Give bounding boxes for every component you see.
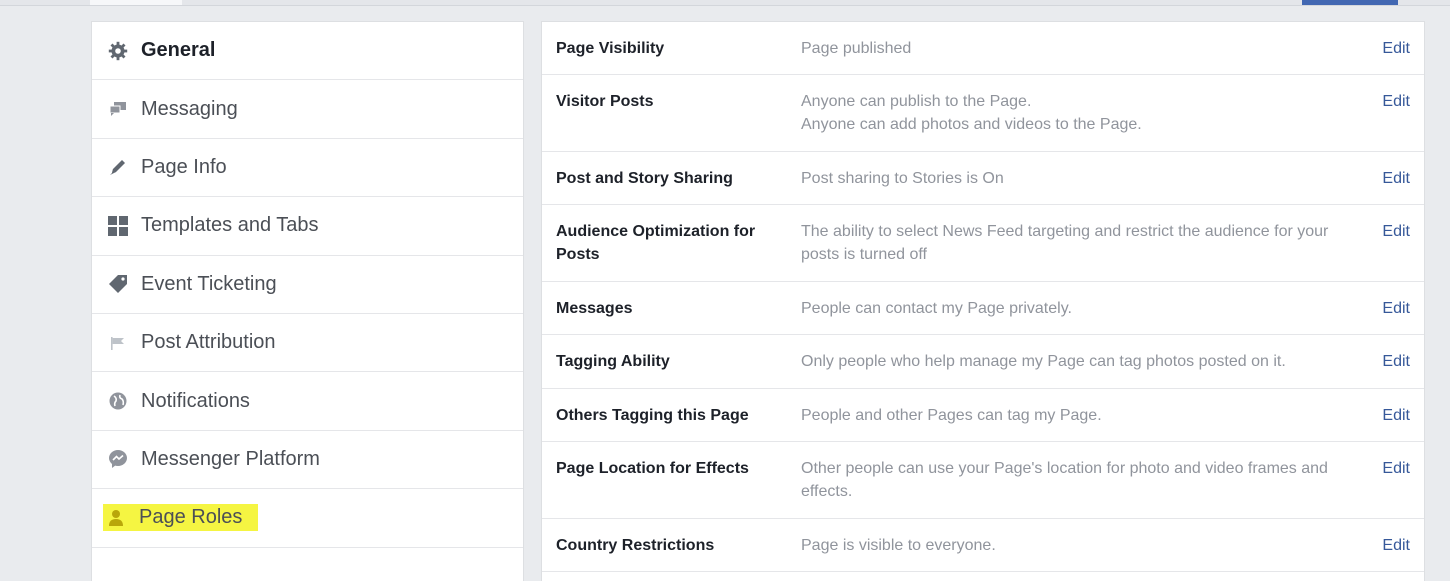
setting-label: Country Restrictions — [556, 537, 715, 554]
setting-description: People can contact my Page privately. — [801, 297, 1361, 320]
setting-row-others-tagging: Others Tagging this Page People and othe… — [542, 389, 1424, 442]
top-left-tab — [90, 0, 182, 5]
setting-row-tagging-ability: Tagging Ability Only people who help man… — [542, 335, 1424, 389]
sidebar-item-label: Messenger Platform — [141, 447, 320, 470]
setting-description: Other people can use your Page's locatio… — [801, 457, 1361, 504]
description-line: People can contact my Page privately. — [801, 300, 1072, 317]
sidebar-item-label: Page Roles — [139, 506, 243, 529]
sidebar-item-label: Event Ticketing — [141, 272, 277, 295]
setting-label: Page Location for Effects — [556, 460, 749, 477]
setting-label: Post and Story Sharing — [556, 170, 733, 187]
description-line: The ability to select News Feed targetin… — [801, 223, 1329, 263]
setting-row-audience-optimization: Audience Optimization for Posts The abil… — [542, 205, 1424, 282]
description-line: Page published — [801, 40, 912, 57]
setting-description: People and other Pages can tag my Page. — [801, 404, 1361, 427]
description-line: Anyone can publish to the Page. — [801, 93, 1032, 110]
globe-icon — [107, 390, 129, 412]
setting-description: The ability to select News Feed targetin… — [801, 220, 1361, 267]
setting-row-visitor-posts: Visitor Posts Anyone can publish to the … — [542, 75, 1424, 152]
edit-link[interactable]: Edit — [1382, 90, 1410, 113]
sidebar-item-label: Page Info — [141, 155, 227, 178]
flag-icon — [107, 332, 129, 354]
highlight-marker: Page Roles — [103, 504, 259, 532]
edit-link[interactable]: Edit — [1382, 37, 1410, 60]
sidebar-item-post-attribution[interactable]: Post Attribution — [92, 314, 523, 373]
setting-row-country-restrictions: Country Restrictions Page is visible to … — [542, 519, 1424, 572]
sidebar-item-templates-tabs[interactable]: Templates and Tabs — [92, 197, 523, 256]
setting-label: Others Tagging this Page — [556, 407, 749, 424]
ticket-icon — [107, 273, 129, 295]
sidebar-item-label: Notifications — [141, 389, 250, 412]
setting-row-page-location-effects: Page Location for Effects Other people c… — [542, 442, 1424, 519]
sidebar-item-event-ticketing[interactable]: Event Ticketing — [92, 256, 523, 314]
edit-link[interactable]: Edit — [1382, 534, 1410, 557]
sidebar-item-general[interactable]: General — [92, 22, 523, 81]
setting-row-page-visibility: Page Visibility Page published Edit — [542, 22, 1424, 75]
setting-description: Post sharing to Stories is On — [801, 167, 1361, 190]
edit-link[interactable]: Edit — [1382, 220, 1410, 243]
sidebar-item-label: Messaging — [141, 97, 238, 120]
edit-link[interactable]: Edit — [1382, 457, 1410, 480]
setting-row-post-story-sharing: Post and Story Sharing Post sharing to S… — [542, 152, 1424, 205]
setting-label: Visitor Posts — [556, 93, 654, 110]
grid-icon — [107, 215, 129, 237]
sidebar-item-notifications[interactable]: Notifications — [92, 372, 523, 431]
sidebar-item-page-info[interactable]: Page Info — [92, 139, 523, 198]
description-line: Other people can use your Page's locatio… — [801, 460, 1328, 500]
sidebar-item-messaging[interactable]: Messaging — [92, 80, 523, 139]
general-settings-panel: Page Visibility Page published Edit Visi… — [541, 21, 1425, 581]
edit-link[interactable]: Edit — [1382, 350, 1410, 373]
person-icon — [105, 507, 127, 529]
messaging-icon — [107, 98, 129, 120]
description-line: Only people who help manage my Page can … — [801, 353, 1286, 370]
description-line: People and other Pages can tag my Page. — [801, 407, 1102, 424]
setting-label: Tagging Ability — [556, 353, 670, 370]
setting-description: Page is visible to everyone. — [801, 534, 1361, 557]
sidebar-item-page-roles[interactable]: Page Roles — [92, 489, 523, 548]
sidebar-item-label: General — [141, 39, 216, 62]
setting-label: Audience Optimization for Posts — [556, 223, 756, 263]
pencil-icon — [107, 156, 129, 178]
sidebar-item-messenger-platform[interactable]: Messenger Platform — [92, 431, 523, 490]
messenger-icon — [107, 448, 129, 470]
edit-link[interactable]: Edit — [1382, 167, 1410, 190]
description-line: Anyone can add photos and videos to the … — [801, 116, 1142, 133]
description-line: Post sharing to Stories is On — [801, 170, 1004, 187]
sidebar-item-label: Templates and Tabs — [141, 214, 319, 237]
setting-label: Messages — [556, 300, 633, 317]
active-tab-indicator — [1302, 0, 1398, 5]
gear-icon — [107, 40, 129, 62]
settings-sidebar: General Messaging Page Info Templates an… — [91, 21, 524, 581]
top-bar — [0, 0, 1450, 6]
setting-description: Anyone can publish to the Page. Anyone c… — [801, 90, 1361, 137]
description-line: Page is visible to everyone. — [801, 537, 996, 554]
setting-description: Page published — [801, 37, 1361, 60]
edit-link[interactable]: Edit — [1382, 404, 1410, 427]
setting-description: Only people who help manage my Page can … — [801, 350, 1361, 374]
setting-row-messages: Messages People can contact my Page priv… — [542, 282, 1424, 335]
sidebar-item-label: Post Attribution — [141, 331, 276, 354]
setting-label: Page Visibility — [556, 40, 665, 57]
edit-link[interactable]: Edit — [1382, 297, 1410, 320]
